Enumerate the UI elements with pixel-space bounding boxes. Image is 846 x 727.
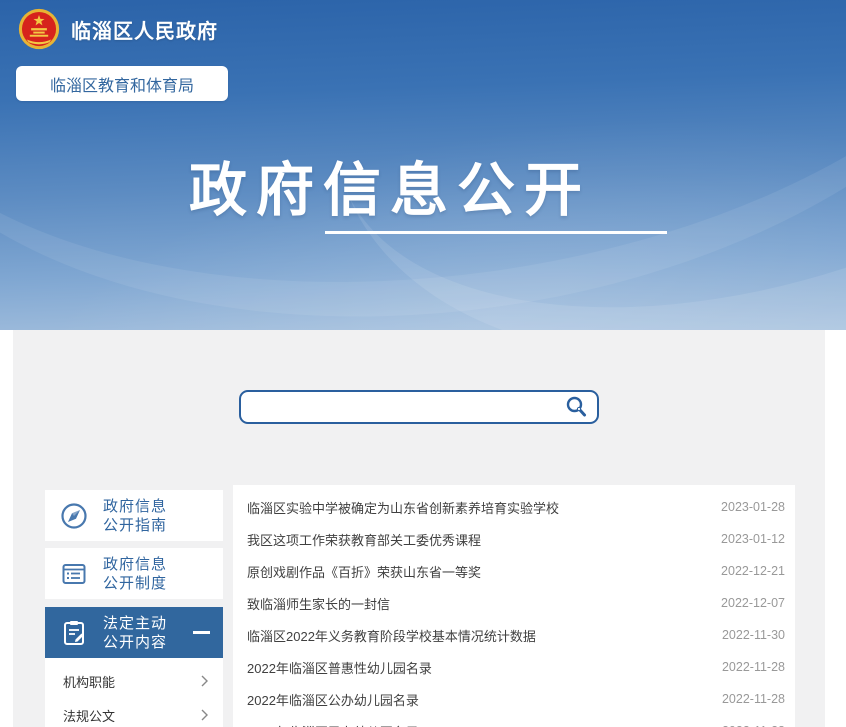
news-link[interactable]: 2022年临淄区公办幼儿园名录 (247, 690, 708, 709)
news-date: 2023-01-28 (721, 500, 785, 514)
news-row: 原创戏剧作品《百折》荣获山东省一等奖 2022-12-21 (233, 555, 795, 587)
news-row: 2022年临淄区普惠性幼儿园名录 2022-11-28 (233, 651, 795, 683)
news-row: 2022年临淄区公办幼儿园名录 2022-11-28 (233, 683, 795, 715)
banner: 临淄区人民政府 临淄区教育和体育局 政府信息公开 (0, 0, 846, 330)
news-row-partially-visible: 2022年临淄区民办幼儿园名录 2022-11-28 (233, 715, 795, 727)
page-title: 政府信息公开 (0, 143, 780, 227)
site-brand[interactable]: 临淄区人民政府 (18, 8, 218, 50)
news-date: 2023-01-12 (721, 532, 785, 546)
subitem-label: 法规公文 (63, 706, 115, 725)
search-box (239, 390, 599, 424)
news-link[interactable]: 2022年临淄区民办幼儿园名录 (247, 722, 708, 727)
site-title: 临淄区人民政府 (71, 15, 218, 44)
department-badge-label: 临淄区教育和体育局 (50, 72, 194, 96)
search-input[interactable] (241, 392, 555, 422)
news-link[interactable]: 临淄区实验中学被确定为山东省创新素养培育实验学校 (247, 498, 707, 517)
news-link[interactable]: 原创戏剧作品《百折》荣获山东省一等奖 (247, 562, 707, 581)
news-row: 临淄区实验中学被确定为山东省创新素养培育实验学校 2023-01-28 (233, 491, 795, 523)
news-link[interactable]: 2022年临淄区普惠性幼儿园名录 (247, 658, 708, 677)
book-list-icon (58, 558, 90, 590)
sidebar-item-label: 政府信息 公开制度 (103, 555, 167, 593)
active-indicator-dash (193, 631, 210, 634)
sidebar: 政府信息 公开指南 政府信息 公开制度 (45, 490, 223, 727)
news-date: 2022-11-28 (722, 692, 785, 706)
news-date: 2022-11-28 (722, 660, 785, 674)
news-date: 2022-11-30 (722, 628, 785, 642)
chevron-right-icon (201, 675, 208, 687)
sidebar-subitem-regulations[interactable]: 法规公文 (45, 698, 223, 727)
chevron-right-icon (201, 709, 208, 721)
national-emblem-icon (18, 8, 60, 50)
news-link[interactable]: 临淄区2022年义务教育阶段学校基本情况统计数据 (247, 626, 708, 645)
title-underline (325, 231, 667, 234)
news-link[interactable]: 我区这项工作荣获教育部关工委优秀课程 (247, 530, 707, 549)
search-button[interactable] (555, 392, 597, 422)
sidebar-item-legal-disclosure[interactable]: 法定主动 公开内容 (45, 607, 223, 658)
sidebar-subitem-functions[interactable]: 机构职能 (45, 664, 223, 698)
sidebar-item-guide[interactable]: 政府信息 公开指南 (45, 490, 223, 541)
news-list-panel: 临淄区实验中学被确定为山东省创新素养培育实验学校 2023-01-28 我区这项… (233, 485, 795, 727)
compass-icon (58, 500, 90, 532)
sidebar-item-label: 政府信息 公开指南 (103, 497, 167, 535)
news-date: 2022-12-07 (721, 596, 785, 610)
news-date: 2022-12-21 (721, 564, 785, 578)
content-area: 政府信息 公开指南 政府信息 公开制度 (13, 330, 825, 727)
department-badge[interactable]: 临淄区教育和体育局 (16, 66, 228, 101)
sidebar-item-label: 法定主动 公开内容 (103, 614, 167, 652)
sidebar-subpanel: 机构职能 法规公文 (45, 658, 223, 727)
news-row: 致临淄师生家长的一封信 2022-12-07 (233, 587, 795, 619)
news-row: 临淄区2022年义务教育阶段学校基本情况统计数据 2022-11-30 (233, 619, 795, 651)
subitem-label: 机构职能 (63, 672, 115, 691)
search-icon (564, 395, 588, 419)
news-link[interactable]: 致临淄师生家长的一封信 (247, 594, 707, 613)
clipboard-pencil-icon (58, 617, 90, 649)
news-row: 我区这项工作荣获教育部关工委优秀课程 2023-01-12 (233, 523, 795, 555)
sidebar-item-system[interactable]: 政府信息 公开制度 (45, 548, 223, 599)
